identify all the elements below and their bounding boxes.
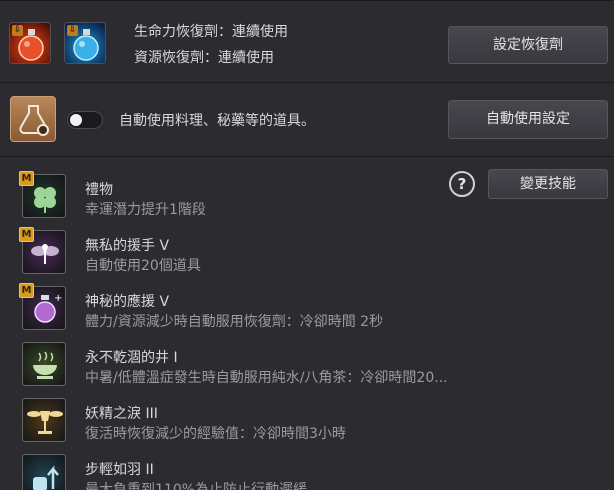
svg-text:+: + [54,293,62,304]
mp-potion-status: 資源恢復劑：連續使用 [134,50,274,66]
mastery-badge: M [19,227,34,242]
hp-potion-status: 生命力恢復劑：連續使用 [134,24,288,40]
winged-goblet-icon [22,398,66,442]
skill-description: 幸運潛力提升1階段 [85,202,206,218]
skills-section: ? 變更技能 M 禮物 幸運潛力提升1階段 M 無私的援手 V 自動使用20個道具 M + 神秘… [0,156,614,490]
skill-description: 中暑/低體溫症發生時自動服用純水/八角茶：冷卻時間20... [85,370,448,386]
toggle-knob [70,114,82,126]
skill-row[interactable]: 步輕如羽 II 最大負重到110%為止防止行動遲緩 [0,445,614,490]
potion-settings-button[interactable]: 設定恢復劑 [448,26,608,64]
skill-name: 禮物 [85,182,113,198]
download-mark: ⇩ [12,25,23,36]
skill-name: 無私的援手 V [85,238,170,254]
skill-name: 神秘的應援 V [85,294,170,310]
skill-row[interactable]: 妖精之淚 III 復活時恢復減少的經驗值：冷卻時間3小時 [0,389,614,442]
skill-row[interactable]: M 禮物幸運潛力提升1階段 [0,165,614,218]
mp-potion-slot[interactable]: ⇩ [64,22,106,64]
auto-use-label: 自動使用料理、秘藥等的道具。 [119,113,315,129]
download-mark: ⇩ [67,25,78,36]
mastery-badge: M [19,171,34,186]
auto-use-toggle[interactable] [67,111,103,129]
skill-row[interactable]: M + 神秘的應援 V 體力/資源減少時自動服用恢復劑：冷卻時間 2秒 [0,277,614,330]
skill-row[interactable]: 永不乾涸的井 I 中暑/低體溫症發生時自動服用純水/八角茶：冷卻時間20... [0,333,614,386]
skill-description: 自動使用20個道具 [85,258,201,274]
mastery-badge: M [19,283,34,298]
skill-name: 步輕如羽 II [85,462,154,478]
skill-description: 體力/資源減少時自動服用恢復劑：冷卻時間 2秒 [85,314,384,330]
skill-row[interactable]: M 無私的援手 V 自動使用20個道具 [0,221,614,274]
flask-gear-icon [19,105,49,136]
skill-description: 最大負重到110%為止防止行動遲緩 [85,482,308,490]
auto-use-section: 自動使用料理、秘藥等的道具。 自動使用設定 [0,82,614,156]
skill-name: 妖精之淚 III [85,406,158,422]
skill-description: 復活時恢復減少的經驗值：冷卻時間3小時 [85,426,346,442]
skill-name: 永不乾涸的井 I [85,350,178,366]
hp-potion-slot[interactable]: ⇩ [9,22,51,64]
bowl-icon [22,342,66,386]
potion-section: ⇩ ⇩ 生命力恢復劑：連續使用 資源恢復劑：連續使用 設定恢復劑 [0,0,614,82]
weight-arrow-icon [22,454,66,490]
auto-use-settings-button[interactable]: 自動使用設定 [448,100,608,139]
auto-use-icon [10,96,56,142]
